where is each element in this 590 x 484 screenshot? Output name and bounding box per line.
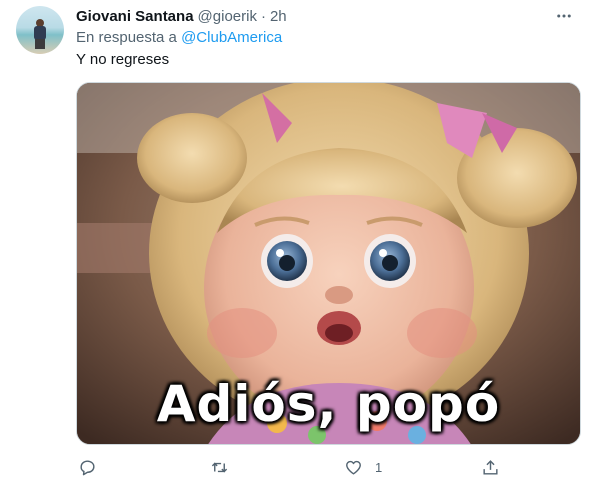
avatar-figure-body (34, 26, 46, 40)
timestamp[interactable]: 2h (270, 8, 287, 25)
share-icon (483, 459, 498, 475)
display-name[interactable]: Giovani Santana (76, 8, 194, 25)
like-count: 1 (375, 459, 383, 475)
reply-context: En respuesta a @ClubAmerica (76, 29, 282, 46)
tweet-text: Y no regreses (76, 51, 170, 68)
more-options-button[interactable] (554, 6, 574, 26)
media-caption: Adiós, popó (156, 375, 501, 433)
more-horizontal-icon (557, 14, 571, 18)
user-handle[interactable]: @gioerik (198, 8, 257, 25)
reply-button[interactable] (78, 456, 109, 478)
reply-icon (80, 459, 95, 475)
tweet-actions: 1 (76, 456, 581, 478)
tweet-header: Giovani Santana @gioerik · 2h (76, 6, 287, 26)
reply-prefix: En respuesta a (76, 29, 177, 46)
reply-mention-link[interactable]: @ClubAmerica (181, 29, 282, 46)
tweet-media-image[interactable]: Adiós, popó (76, 82, 581, 445)
retweet-button[interactable] (210, 456, 241, 478)
avatar-figure-legs (35, 39, 45, 49)
avatar[interactable] (16, 6, 64, 54)
heart-icon (346, 460, 361, 475)
tweet[interactable]: Giovani Santana @gioerik · 2h En respues… (0, 0, 590, 484)
like-button[interactable]: 1 (344, 456, 382, 478)
share-button[interactable] (481, 456, 500, 478)
retweet-icon (211, 462, 228, 472)
separator-dot: · (260, 7, 266, 25)
